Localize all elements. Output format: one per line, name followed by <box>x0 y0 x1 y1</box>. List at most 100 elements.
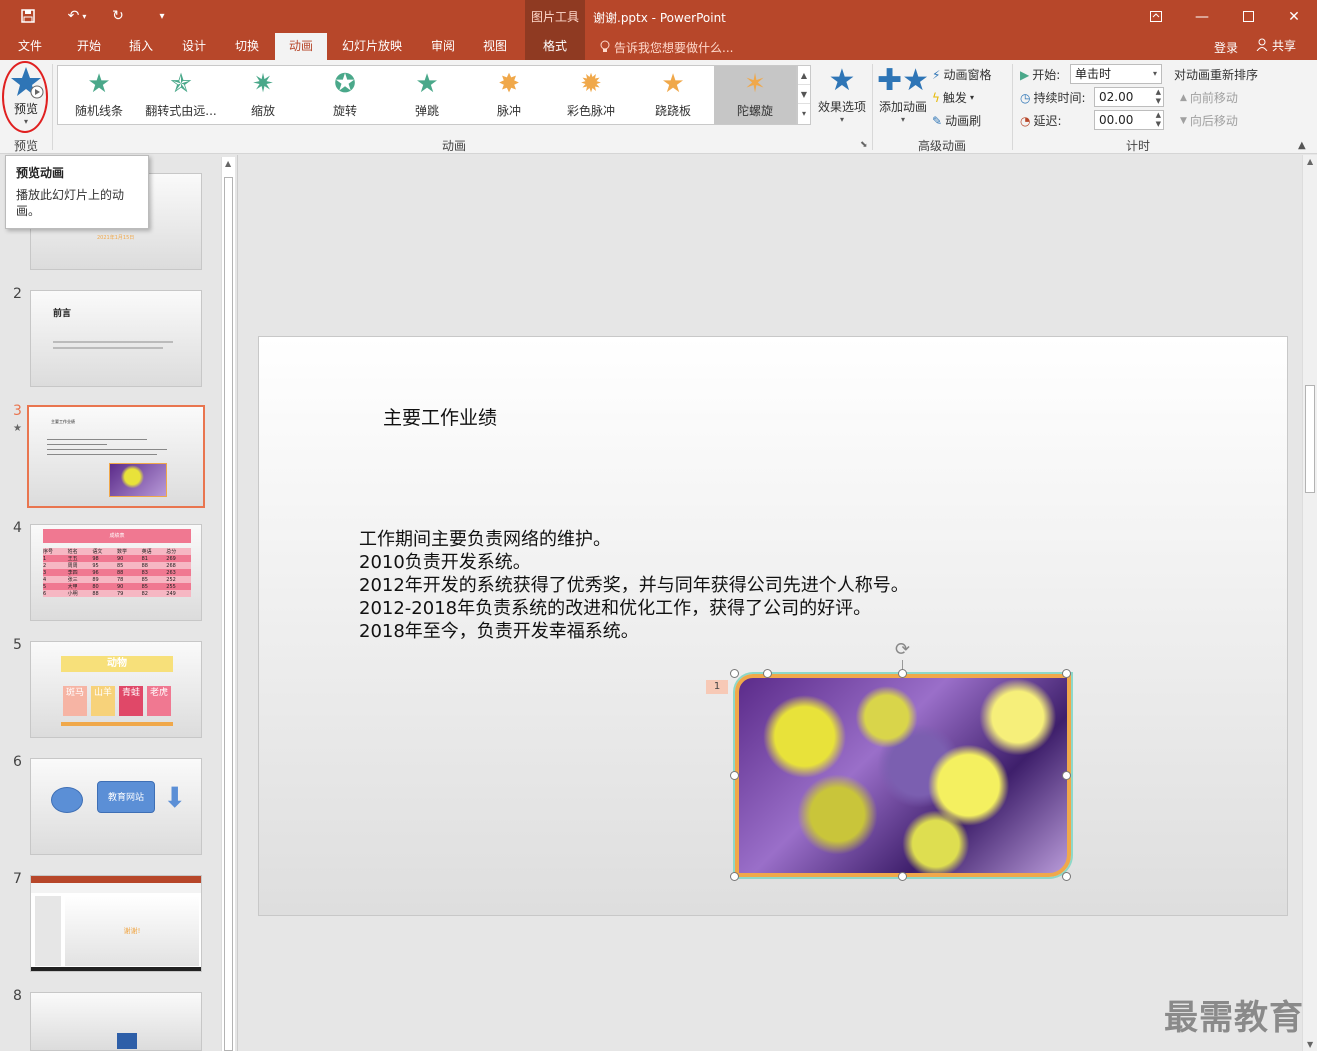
slide-thumb-4[interactable]: 成绩表 序号 姓名 语文 数学 英语 总分 1 王五 98 90 81 269 2 周周 95 85 88 2… <box>30 524 202 621</box>
trigger-button[interactable]: ϟ 触发 ▾ <box>932 89 974 106</box>
duration-stepper[interactable]: 02.00 ▲ ▼ <box>1094 87 1164 107</box>
tab-animations[interactable]: 动画 <box>275 33 327 60</box>
table-row: 5 大甲 80 90 85 255 <box>43 583 191 590</box>
thumb5-card: 青蛙 <box>119 686 143 716</box>
anim-teeter[interactable]: ★ 跷跷板 <box>632 66 714 124</box>
anim-spinner[interactable]: ✶ 陀螺旋 <box>714 66 796 124</box>
slide-canvas[interactable]: 主要工作业绩 工作期间主要负责网络的维护。 2010负责开发系统。 2012年开… <box>258 336 1288 916</box>
animation-pane-button[interactable]: ⚡ 动画窗格 <box>932 66 991 83</box>
customize-icon[interactable]: ▾ <box>155 6 169 26</box>
sign-in-link[interactable]: 登录 <box>1214 39 1238 56</box>
anim-zoom[interactable]: ✷ 缩放 <box>222 66 304 124</box>
resize-handle[interactable] <box>1062 872 1071 881</box>
anim-bounce[interactable]: ★ 弹跳 <box>386 66 468 124</box>
scroll-up-icon[interactable]: ▲ <box>225 159 231 168</box>
tab-transitions[interactable]: 切换 <box>224 33 270 60</box>
dialog-launcher-icon[interactable]: ⬊ <box>860 140 868 150</box>
thumb7-titlebar <box>31 876 201 883</box>
arrow-down-icon: ⬇ <box>163 781 187 814</box>
gallery-up-icon[interactable]: ▲ <box>798 66 810 85</box>
redo-icon[interactable]: ↻ <box>108 6 128 26</box>
selected-picture[interactable]: ⟳ <box>730 639 1071 881</box>
slide-title[interactable]: 主要工作业绩 <box>383 403 497 430</box>
table-row: 3 李四 96 88 83 263 <box>43 569 191 576</box>
slide-thumb-8[interactable] <box>30 992 202 1051</box>
scroll-down-icon[interactable]: ▼ <box>1307 1040 1313 1049</box>
anim-pulse[interactable]: ✸ 脉冲 <box>468 66 550 124</box>
resize-handle[interactable] <box>898 872 907 881</box>
star-icon: ★ <box>415 69 439 99</box>
tab-file[interactable]: 文件 <box>8 33 52 60</box>
tab-view[interactable]: 视图 <box>472 33 518 60</box>
slide-thumb-3[interactable]: 主要工作业绩 <box>27 405 205 508</box>
tell-me-search[interactable]: 告诉我您想要做什么... <box>600 39 733 56</box>
anim-color-pulse[interactable]: ✹ 彩色脉冲 <box>550 66 632 124</box>
maximize-icon[interactable] <box>1225 0 1271 33</box>
share-button[interactable]: 共享 <box>1256 37 1296 54</box>
delay-label: ◔ 延迟: <box>1020 113 1062 129</box>
group-separator <box>52 64 53 150</box>
adjust-handle[interactable] <box>763 669 772 678</box>
collapse-ribbon-icon[interactable]: ▲ <box>1298 140 1306 151</box>
tab-insert[interactable]: 插入 <box>118 33 164 60</box>
share-label: 共享 <box>1272 39 1297 53</box>
ribbon-display-icon[interactable] <box>1133 0 1179 33</box>
resize-handle[interactable] <box>1062 669 1071 678</box>
anim-spin[interactable]: ✪ 旋转 <box>304 66 386 124</box>
thumb5-bar <box>61 722 173 726</box>
resize-handle[interactable] <box>730 669 739 678</box>
tab-home[interactable]: 开始 <box>66 33 112 60</box>
preview-star-icon <box>4 62 48 100</box>
tooltip-body: 播放此幻灯片上的动画。 <box>16 188 125 218</box>
tab-slideshow[interactable]: 幻灯片放映 <box>335 33 409 60</box>
scroll-up-icon[interactable]: ▲ <box>1307 157 1313 166</box>
resize-handle[interactable] <box>898 669 907 678</box>
preview-dropdown-icon[interactable]: ▾ <box>4 117 48 126</box>
add-animation-button[interactable]: ✚★ 添加动画 ▾ <box>876 64 930 125</box>
body-line[interactable]: 2018年至今，负责开发幸福系统。 <box>359 617 639 643</box>
star-icon: ✯ <box>170 69 192 99</box>
effect-options-button[interactable]: ★ 效果选项 ▾ <box>814 64 870 125</box>
resize-handle[interactable] <box>730 771 739 780</box>
scroll-thumb[interactable] <box>224 177 233 1051</box>
vertical-scrollbar[interactable]: ▲ ▼ <box>1302 155 1317 1051</box>
scroll-thumb[interactable] <box>1305 385 1315 493</box>
table-row: 序号 姓名 语文 数学 英语 总分 <box>43 548 191 555</box>
close-icon[interactable]: ✕ <box>1271 0 1317 33</box>
move-later-button[interactable]: ▼ 向后移动 <box>1180 112 1238 129</box>
animation-painter-button[interactable]: ✎ 动画刷 <box>932 112 981 129</box>
gallery-down-icon[interactable]: ▼ <box>798 85 810 104</box>
minimize-icon[interactable]: — <box>1179 0 1225 33</box>
spin-arrows-icon[interactable]: ▲ ▼ <box>1156 88 1161 106</box>
thumbnail-scrollbar[interactable]: ▲ <box>221 157 235 1051</box>
chevron-down-icon: ▾ <box>900 115 905 124</box>
slide-thumb-6[interactable]: 教育网站 ⬇ <box>30 758 202 855</box>
animation-order-tag[interactable]: 1 <box>706 680 728 694</box>
resize-handle[interactable] <box>1062 771 1071 780</box>
thumb5-card: 斑马 <box>63 686 87 716</box>
start-dropdown[interactable]: 单击时 ▾ <box>1070 64 1162 84</box>
move-earlier-button[interactable]: ▲ 向前移动 <box>1180 89 1238 106</box>
delay-stepper[interactable]: 00.00 ▲ ▼ <box>1094 110 1164 130</box>
flower-picture[interactable] <box>735 674 1071 877</box>
gallery-more-icon[interactable]: ▾ <box>798 104 810 123</box>
animation-star-icon: ★ <box>13 423 22 434</box>
star-icon: ✪ <box>334 69 356 99</box>
preview-button[interactable]: 预览 ▾ <box>4 62 48 130</box>
undo-icon[interactable]: ↶ ▾ <box>60 6 94 26</box>
resize-handle[interactable] <box>730 872 739 881</box>
thumb8-shape <box>117 1033 137 1049</box>
thumbnail-pane: 2021年1月15日 2 前言 3 ★ 主要工作业绩 4 成绩表 序号 姓名 语文数… <box>0 155 238 1051</box>
spin-arrows-icon[interactable]: ▲ ▼ <box>1156 111 1161 129</box>
tab-design[interactable]: 设计 <box>171 33 217 60</box>
tab-format[interactable]: 格式 <box>530 33 580 60</box>
slide-thumb-5[interactable]: 动物 斑马 山羊 青蛙 老虎 <box>30 641 202 738</box>
slide-editor: 主要工作业绩 工作期间主要负责网络的维护。 2010负责开发系统。 2012年开… <box>240 155 1302 1051</box>
tab-review[interactable]: 审阅 <box>420 33 466 60</box>
slide-thumb-2[interactable]: 前言 <box>30 290 202 387</box>
rotate-handle-icon[interactable]: ⟳ <box>895 639 910 660</box>
anim-flip[interactable]: ✯ 翻转式由远... <box>140 66 222 124</box>
save-icon[interactable] <box>18 6 38 26</box>
slide-thumb-7[interactable]: 谢谢! <box>30 875 202 972</box>
anim-random-bars[interactable]: ★ 随机线条 <box>58 66 140 124</box>
